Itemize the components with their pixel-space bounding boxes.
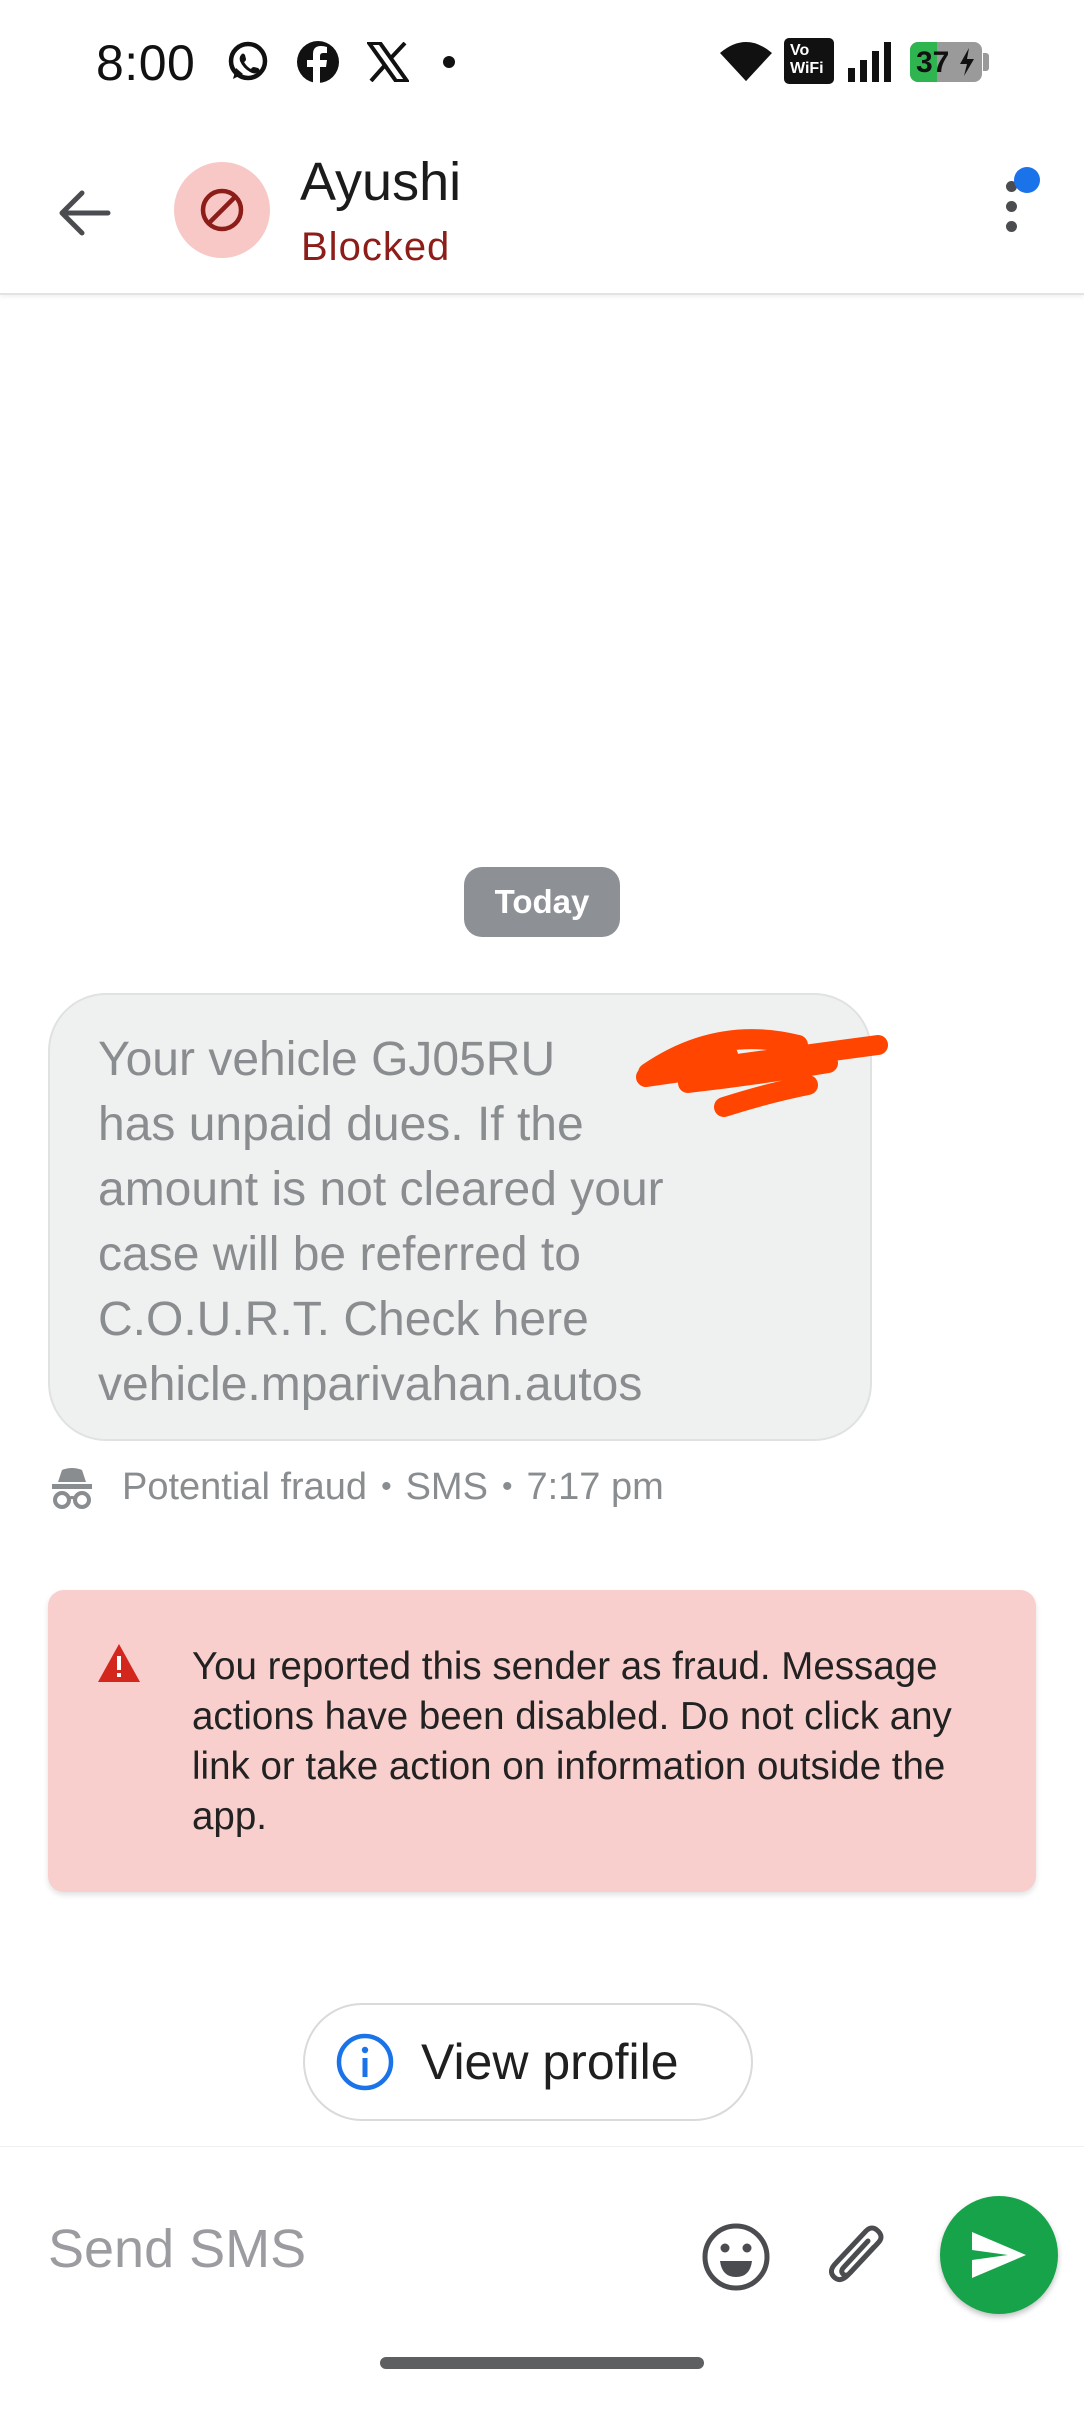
emoji-button[interactable] [700,2221,772,2293]
attach-button[interactable] [822,2217,894,2297]
send-button[interactable] [940,2196,1058,2314]
redaction-scribble [636,1029,888,1117]
unread-dot [1014,167,1040,193]
vowifi-label-bottom: WiFi [790,60,824,77]
emoji-icon [702,2223,770,2291]
view-profile-label: View profile [421,2034,679,2090]
signal-icon [848,40,894,84]
home-indicator[interactable] [380,2357,704,2369]
whatsapp-icon [224,38,272,86]
send-icon [972,2232,1026,2278]
fraud-warning-card: You reported this sender as fraud. Messa… [48,1590,1036,1892]
vowifi-label-top: Vo [790,42,810,59]
message-channel: SMS [405,1465,488,1508]
message-time: 7:17 pm [526,1465,664,1508]
notification-dot-icon [443,56,455,68]
contact-avatar[interactable] [174,162,270,258]
wifi-icon [718,38,774,84]
vowifi-icon: Vo WiFi [784,38,834,84]
more-options-button[interactable] [982,167,1042,263]
spy-icon [52,1468,92,1509]
status-time: 8:00 [96,35,196,91]
back-arrow-icon [59,190,111,236]
contact-status: Blocked [301,225,451,269]
message-meta: Potential fraud • SMS • 7:17 pm [50,1462,664,1512]
contact-name[interactable]: Ayushi [300,151,461,213]
x-icon [364,38,412,86]
attach-icon [828,2225,884,2283]
info-icon [336,2033,394,2091]
status-bar: 8:00 Vo WiFi 37 [0,0,1084,125]
battery-icon: 37 [910,42,990,82]
warning-text: You reported this sender as fraud. Messa… [192,1645,952,1838]
blocked-icon [200,188,244,232]
separator-dot: • [501,1470,513,1503]
back-button[interactable] [44,173,124,253]
app-bar: Ayushi Blocked [0,125,1084,295]
view-profile-button[interactable]: View profile [303,2003,753,2121]
sms-input[interactable] [48,2209,648,2289]
date-chip: Today [464,867,620,937]
separator-dot: • [381,1470,392,1503]
facebook-icon [294,38,342,86]
fraud-label: Potential fraud [122,1465,368,1508]
warning-icon [98,1644,140,1682]
battery-level: 37 [916,46,950,79]
compose-bar [0,2146,1084,2413]
